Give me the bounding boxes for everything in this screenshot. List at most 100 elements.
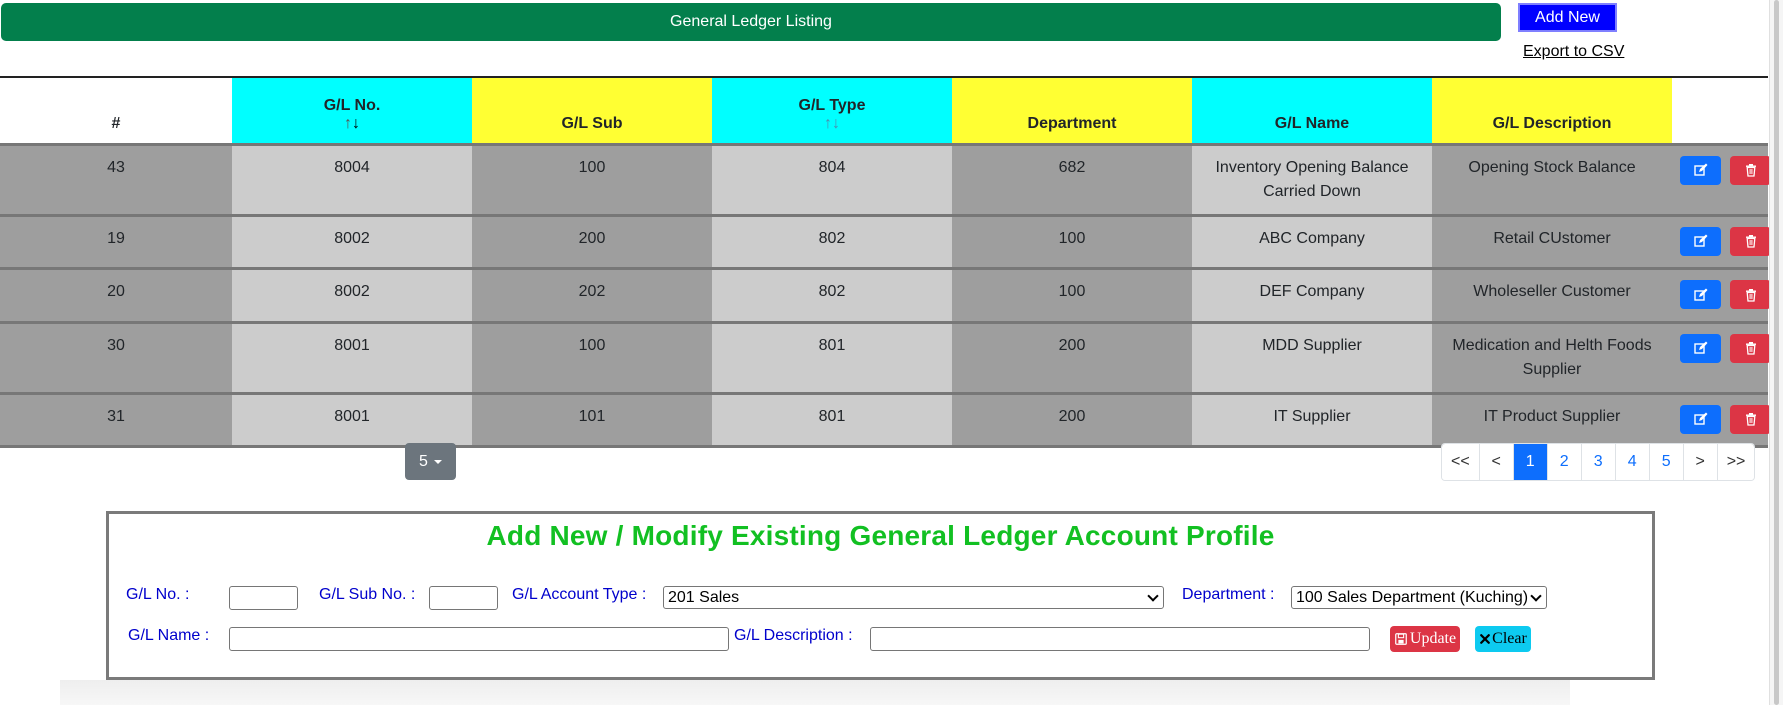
col-header-index: # xyxy=(0,77,232,144)
delete-button[interactable] xyxy=(1730,333,1771,363)
cell-gl-no: 8004 xyxy=(232,144,472,215)
cell-gl-description: Retail CUstomer xyxy=(1432,215,1672,269)
cell-gl-no: 8001 xyxy=(232,322,472,393)
table-row: 43 8004 100 804 682 Inventory Opening Ba… xyxy=(0,144,1771,215)
edit-button[interactable] xyxy=(1680,333,1721,363)
cell-gl-type: 801 xyxy=(712,322,952,393)
cell-gl-name: ABC Company xyxy=(1192,215,1432,269)
cell-gl-description: Opening Stock Balance xyxy=(1432,144,1672,215)
cell-gl-name: IT Supplier xyxy=(1192,393,1432,447)
cell-gl-type: 804 xyxy=(712,144,952,215)
cell-gl-no: 8002 xyxy=(232,268,472,322)
col-header-gl-no-label: G/L No. xyxy=(323,96,381,114)
department-selected: 100 Sales Department (Kuching) xyxy=(1296,588,1529,606)
cell-gl-sub: 202 xyxy=(472,268,712,322)
edit-button[interactable] xyxy=(1680,404,1721,434)
cell-department: 200 xyxy=(952,393,1192,447)
trash-icon xyxy=(1745,288,1756,302)
cell-department: 100 xyxy=(952,268,1192,322)
chevron-down-icon xyxy=(1147,589,1159,602)
delete-button[interactable] xyxy=(1730,155,1771,185)
cell-delete xyxy=(1722,144,1771,215)
chevron-down-icon xyxy=(1530,589,1542,602)
cell-gl-no: 8001 xyxy=(232,393,472,447)
gl-name-input[interactable] xyxy=(229,627,729,651)
sort-arrows-icon[interactable]: ↑↓ xyxy=(716,115,948,133)
cell-department: 682 xyxy=(952,144,1192,215)
edit-button[interactable] xyxy=(1680,155,1721,185)
gl-description-input[interactable] xyxy=(870,627,1370,651)
cell-department: 200 xyxy=(952,322,1192,393)
prev-page-button[interactable]: < xyxy=(1478,444,1513,480)
trash-icon xyxy=(1745,235,1756,248)
first-page-button[interactable]: << xyxy=(1442,444,1479,480)
page-title: General Ledger Listing xyxy=(1,3,1501,41)
cell-edit xyxy=(1672,215,1722,269)
col-header-gl-no[interactable]: G/L No. ↑↓ xyxy=(232,77,472,144)
page-1-button[interactable]: 1 xyxy=(1512,444,1547,480)
edit-icon xyxy=(1693,341,1707,354)
next-page-button[interactable]: > xyxy=(1682,444,1717,480)
cell-edit xyxy=(1672,322,1722,393)
cell-gl-sub: 100 xyxy=(472,322,712,393)
page-size-value: 5 xyxy=(419,452,428,470)
table-row: 19 8002 200 802 100 ABC Company Retail C… xyxy=(0,215,1771,269)
cell-index: 30 xyxy=(0,322,232,393)
cell-gl-sub: 101 xyxy=(472,393,712,447)
edit-button[interactable] xyxy=(1680,226,1721,256)
page-scrollbar[interactable] xyxy=(1769,0,1783,705)
edit-icon xyxy=(1693,234,1707,247)
gl-sub-label: G/L Sub No. : xyxy=(319,586,416,603)
update-button[interactable]: Update xyxy=(1390,626,1460,652)
page-size-dropdown[interactable]: 5 xyxy=(405,443,456,480)
delete-button[interactable] xyxy=(1730,226,1771,256)
page-5-button[interactable]: 5 xyxy=(1648,444,1683,480)
cell-edit xyxy=(1672,144,1722,215)
col-header-edit xyxy=(1672,77,1722,144)
cell-delete xyxy=(1722,393,1771,447)
cell-gl-description: Wholeseller Customer xyxy=(1432,268,1672,322)
gl-no-input[interactable] xyxy=(229,586,298,610)
clear-button[interactable]: Clear xyxy=(1475,626,1531,652)
department-label: Department : xyxy=(1182,586,1275,603)
col-header-gl-description: G/L Description xyxy=(1432,77,1672,144)
department-select[interactable]: 100 Sales Department (Kuching) xyxy=(1291,586,1547,609)
col-header-gl-type[interactable]: G/L Type ↑↓ xyxy=(712,77,952,144)
cell-gl-name: MDD Supplier xyxy=(1192,322,1432,393)
last-page-button[interactable]: >> xyxy=(1716,444,1755,480)
cell-index: 20 xyxy=(0,268,232,322)
gl-sub-input[interactable] xyxy=(429,586,498,610)
trash-icon xyxy=(1745,413,1756,426)
edit-icon xyxy=(1693,163,1707,176)
add-new-button[interactable]: Add New xyxy=(1518,3,1617,32)
cell-index: 31 xyxy=(0,393,232,447)
trash-icon xyxy=(1745,342,1756,355)
cell-index: 43 xyxy=(0,144,232,215)
pagination: << <1 2 3 4 5 > >> xyxy=(1441,443,1756,481)
scrollbar-thumb[interactable] xyxy=(1774,0,1779,705)
delete-button[interactable] xyxy=(1730,280,1771,309)
edit-button[interactable] xyxy=(1680,280,1721,309)
cell-gl-type: 802 xyxy=(712,268,952,322)
page-2-button[interactable]: 2 xyxy=(1546,444,1581,480)
gl-description-label: G/L Description : xyxy=(734,627,853,644)
page-3-button[interactable]: 3 xyxy=(1580,444,1615,480)
delete-button[interactable] xyxy=(1730,404,1771,434)
cell-delete xyxy=(1722,215,1771,269)
cell-gl-sub: 200 xyxy=(472,215,712,269)
cell-gl-name: DEF Company xyxy=(1192,268,1432,322)
cell-gl-type: 802 xyxy=(712,215,952,269)
export-csv-link[interactable]: Export to CSV xyxy=(1523,43,1624,61)
col-header-gl-name: G/L Name xyxy=(1192,77,1432,144)
col-header-gl-type-label: G/L Type xyxy=(798,96,866,114)
gl-type-select[interactable]: 201 Sales xyxy=(663,586,1164,609)
table-row: 31 8001 101 801 200 IT Supplier IT Produ… xyxy=(0,393,1771,447)
cell-index: 19 xyxy=(0,215,232,269)
col-header-department: Department xyxy=(952,77,1192,144)
ledger-table: # G/L No. ↑↓ G/L Sub G/L Type ↑↓ Departm… xyxy=(0,76,1771,448)
col-header-delete xyxy=(1722,77,1768,144)
cell-edit xyxy=(1672,268,1722,322)
gl-no-label: G/L No. : xyxy=(126,586,190,603)
sort-arrows-icon[interactable]: ↑↓ xyxy=(236,115,468,133)
page-4-button[interactable]: 4 xyxy=(1614,444,1649,480)
